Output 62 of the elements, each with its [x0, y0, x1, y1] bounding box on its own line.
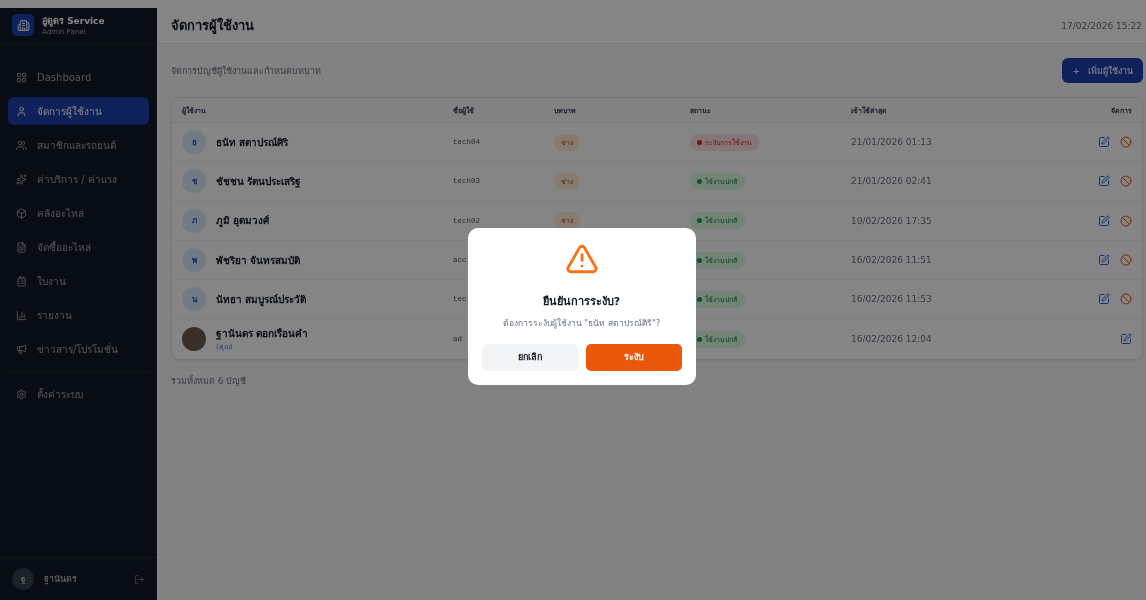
user-avatar: ภ: [182, 208, 206, 233]
edit-icon[interactable]: [1098, 293, 1110, 306]
user-name: พัชริยา จันทรสมบัติ: [216, 253, 301, 268]
edit-icon[interactable]: [1098, 254, 1110, 267]
ban-icon[interactable]: [1120, 254, 1132, 267]
last-login: 16/02/2026 11:53: [851, 294, 933, 305]
date-time: 17/02/2026 15:22: [1061, 20, 1142, 31]
user-name: ธนัท สตาปรณ์ศิริ: [216, 135, 289, 150]
grid-icon: [16, 71, 27, 83]
user-name: นัทธา สมบูรณ์ประวัติ: [216, 292, 307, 307]
brand-name: อู่ดูดร Service: [42, 15, 105, 28]
ban-icon[interactable]: [1120, 214, 1132, 227]
total-count: รวมทั้งหมด 6 บัญชี: [171, 374, 248, 388]
photo-placeholder: [182, 327, 206, 352]
user-name: ชัชชน รัตนประเสริฐ: [216, 174, 302, 189]
megaphone-icon: [16, 343, 27, 355]
sidebar-item[interactable]: สมาชิกและรถยนต์: [8, 131, 149, 159]
user-icon: [16, 105, 27, 117]
confirm-button[interactable]: ระงับ: [585, 343, 682, 371]
page-title: จัดการผู้ใช้งาน: [171, 16, 254, 36]
sidebar-item[interactable]: ตั้งค่าระบบ: [8, 380, 149, 408]
user-avatar: ฐ: [12, 568, 34, 590]
last-login: 16/02/2026 11:51: [851, 255, 933, 266]
building-icon: [12, 14, 34, 36]
add-user-button[interactable]: + เพิ่มผู้ใช้งาน: [1062, 58, 1143, 83]
document-icon: [16, 241, 27, 253]
user-name: ฐานันดร: [44, 573, 78, 586]
cancel-button[interactable]: ยกเลิก: [481, 343, 578, 371]
sidebar-item[interactable]: จัดการผู้ใช้งาน: [8, 97, 149, 125]
sidebar-item[interactable]: รายงาน: [8, 301, 149, 329]
ban-icon[interactable]: [1120, 175, 1132, 188]
sidebar-item[interactable]: คลังอะไหล่: [8, 199, 149, 227]
box-icon: [16, 207, 27, 219]
last-login: 21/01/2026 01:13: [851, 137, 933, 148]
ban-icon[interactable]: [1120, 136, 1132, 149]
user-avatar: น: [182, 287, 206, 312]
settings-icon: [16, 388, 27, 400]
dialog-title: ยืนยันการระงับ?: [542, 293, 621, 310]
user-name: ภูมิ อุดมวงศ์: [216, 214, 270, 229]
sidebar-item[interactable]: ข่าวสาร/โปรโมชั่น: [8, 335, 149, 363]
dialog-message: ต้องการระงับผู้ใช้งาน "ธนัท สตาปรณ์ศิริ"?: [502, 316, 661, 330]
user-name: ฐานันดร ดอกเรือนคำ: [216, 327, 309, 342]
page-subtitle: จัดการบัญชีผู้ใช้งานและกำหนดบทบาท: [171, 64, 321, 78]
edit-icon[interactable]: [1120, 333, 1132, 346]
last-login: 21/01/2026 02:41: [851, 176, 933, 187]
last-login: 10/02/2026 17:35: [851, 215, 933, 226]
user-avatar: พ: [182, 248, 206, 273]
users-icon: [16, 139, 27, 151]
sidebar-item[interactable]: Dashboard: [8, 63, 149, 91]
edit-icon[interactable]: [1098, 175, 1110, 188]
edit-icon[interactable]: [1098, 214, 1110, 227]
ban-icon[interactable]: [1120, 293, 1132, 306]
user-avatar: ธ: [182, 130, 206, 155]
last-login: 16/02/2026 12:04: [851, 334, 933, 345]
sidebar-item[interactable]: จัดซื้ออะไหล่: [8, 233, 149, 261]
edit-icon[interactable]: [1098, 136, 1110, 149]
user-avatar: ช: [182, 169, 206, 194]
bar-chart-icon: [16, 309, 27, 321]
sparkle-icon: [16, 173, 27, 185]
clipboard-icon: [16, 275, 27, 287]
sidebar-item[interactable]: ค่าบริการ / ค่าแรง: [8, 165, 149, 193]
sidebar-item[interactable]: ใบงาน: [8, 267, 149, 295]
